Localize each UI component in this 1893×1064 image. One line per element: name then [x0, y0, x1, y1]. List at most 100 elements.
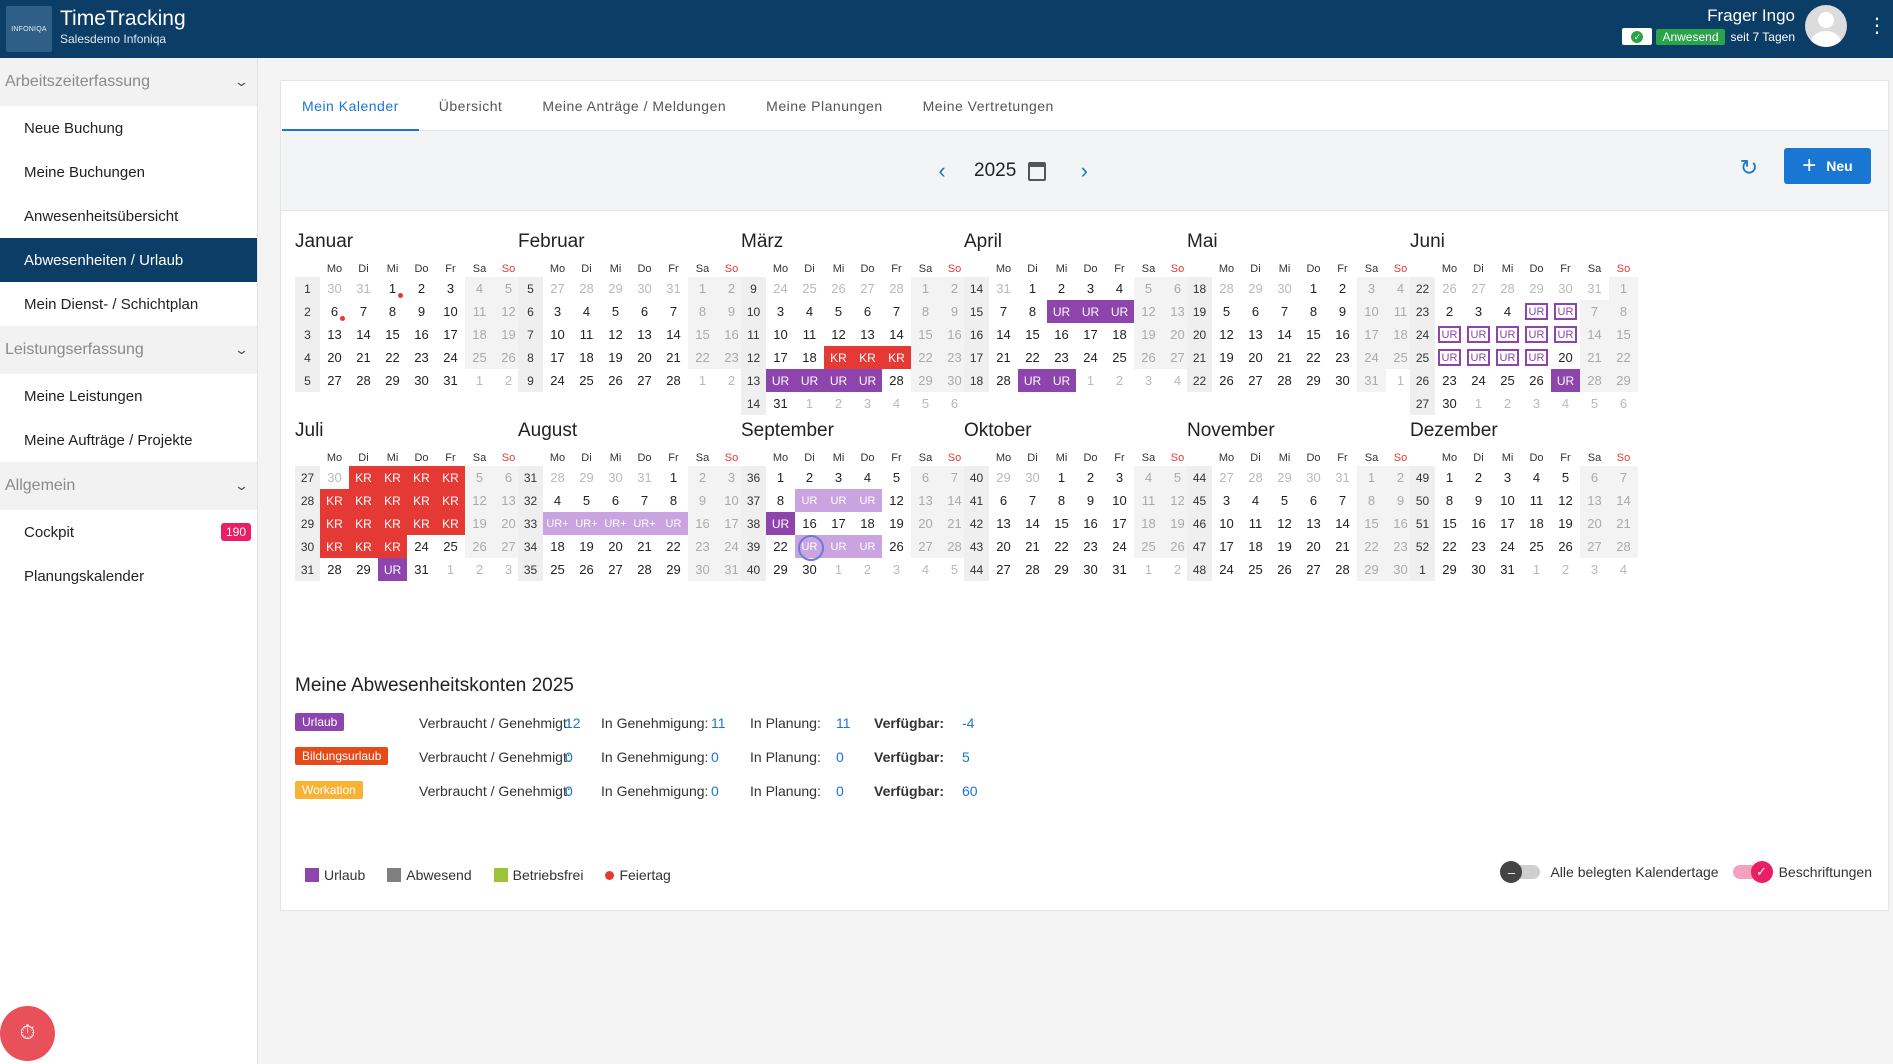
day-cell[interactable]: 6	[1299, 489, 1328, 512]
other-month-day[interactable]: 30	[1551, 277, 1580, 300]
day-cell[interactable]: 11	[1522, 489, 1551, 512]
day-cell[interactable]: 23	[1435, 369, 1464, 392]
day-cell[interactable]: 2	[795, 466, 824, 489]
absence-day-urlaub-planned[interactable]: UR	[1493, 346, 1522, 369]
day-cell[interactable]: 10	[543, 323, 572, 346]
weekend-day[interactable]: 18	[465, 323, 494, 346]
absence-day-urlaub-pending[interactable]: UR	[659, 512, 688, 535]
day-cell[interactable]: 14	[349, 323, 378, 346]
weekend-day[interactable]: 14	[1609, 489, 1638, 512]
day-cell[interactable]: 3	[1212, 489, 1241, 512]
day-cell[interactable]: 24	[1493, 535, 1522, 558]
weekend-day[interactable]: 22	[1357, 535, 1386, 558]
absence-day-krank[interactable]: KR	[824, 346, 853, 369]
toggle-option[interactable]: – Alle belegten Kalendertage	[1500, 861, 1719, 883]
sidebar-item[interactable]: Planungskalender	[0, 554, 257, 598]
day-cell[interactable]: 7	[882, 300, 911, 323]
weekend-day[interactable]: 15	[911, 323, 940, 346]
day-cell[interactable]: 26	[572, 558, 601, 581]
day-cell[interactable]: 17	[1212, 535, 1241, 558]
other-month-day[interactable]: 24	[766, 277, 795, 300]
day-cell[interactable]: 8	[378, 300, 407, 323]
day-cell[interactable]: 18	[572, 346, 601, 369]
absence-day-urlaub[interactable]: UR	[1551, 369, 1580, 392]
day-cell[interactable]: 22	[378, 346, 407, 369]
day-cell[interactable]: 31	[1105, 558, 1134, 581]
weekend-day[interactable]: 21	[1580, 346, 1609, 369]
sidebar-item[interactable]: Abwesenheiten / Urlaub	[0, 238, 257, 282]
day-cell[interactable]: 24	[1212, 558, 1241, 581]
absence-day-urlaub-planned[interactable]: UR	[1522, 346, 1551, 369]
day-cell[interactable]: 8	[1018, 300, 1047, 323]
day-cell[interactable]: 25	[572, 369, 601, 392]
day-cell[interactable]: 24	[1464, 369, 1493, 392]
absence-day-krank[interactable]: KR	[378, 466, 407, 489]
sidebar-section-header[interactable]: Leistungserfassung ⌄	[0, 326, 257, 374]
absence-day-urlaub-planned[interactable]: UR	[1435, 323, 1464, 346]
absence-day-urlaub[interactable]: UR	[766, 369, 795, 392]
weekend-day[interactable]: 7	[1609, 466, 1638, 489]
absence-day-krank[interactable]: KR	[853, 346, 882, 369]
absence-day-urlaub-pending[interactable]: UR	[853, 535, 882, 558]
day-cell[interactable]: 5	[882, 466, 911, 489]
other-month-day[interactable]: 31	[989, 277, 1018, 300]
weekend-day[interactable]: 6	[911, 466, 940, 489]
weekend-day[interactable]: 10	[1357, 300, 1386, 323]
absence-day-krank[interactable]: KR	[349, 512, 378, 535]
refresh-icon[interactable]: ↻	[1740, 155, 1758, 181]
day-cell[interactable]: 8	[1047, 489, 1076, 512]
day-cell[interactable]: 30	[1435, 392, 1464, 415]
absence-day-urlaub-planned[interactable]: UR	[1493, 323, 1522, 346]
other-month-day[interactable]: 1	[688, 369, 717, 392]
day-cell[interactable]: 21	[659, 346, 688, 369]
day-cell[interactable]: 18	[1522, 512, 1551, 535]
day-cell[interactable]: 20	[601, 535, 630, 558]
other-month-day[interactable]: 1	[1076, 369, 1105, 392]
weekend-day[interactable]: 29	[911, 369, 940, 392]
weekend-day[interactable]: 21	[1609, 512, 1638, 535]
avatar[interactable]	[1805, 5, 1847, 47]
day-cell[interactable]: 16	[407, 323, 436, 346]
absence-day-urlaub[interactable]: UR	[1105, 300, 1134, 323]
day-cell[interactable]: 12	[1270, 512, 1299, 535]
absence-day-urlaub[interactable]: UR	[378, 558, 407, 581]
other-month-day[interactable]: 31	[1328, 466, 1357, 489]
day-cell[interactable]: 20	[320, 346, 349, 369]
day-cell[interactable]: 30	[407, 369, 436, 392]
day-cell[interactable]: 7	[659, 300, 688, 323]
weekend-day[interactable]: 12	[465, 489, 494, 512]
weekend-day[interactable]: 15	[688, 323, 717, 346]
other-month-day[interactable]: 1	[1134, 558, 1163, 581]
day-cell[interactable]: 28	[630, 558, 659, 581]
other-month-day[interactable]: 2	[1105, 369, 1134, 392]
day-cell[interactable]: 7	[1328, 489, 1357, 512]
absence-day-urlaub[interactable]: UR	[853, 369, 882, 392]
day-cell[interactable]: 10	[1105, 489, 1134, 512]
other-month-day[interactable]: 6	[940, 392, 969, 415]
day-cell[interactable]: 21	[349, 346, 378, 369]
day-cell[interactable]: 30	[1076, 558, 1105, 581]
day-cell[interactable]: 12	[824, 323, 853, 346]
other-month-day[interactable]: 28	[1493, 277, 1522, 300]
other-month-day[interactable]: 26	[824, 277, 853, 300]
day-cell[interactable]: 25	[1105, 346, 1134, 369]
weekend-day[interactable]: 13	[911, 489, 940, 512]
day-cell[interactable]: 22	[1018, 346, 1047, 369]
absence-day-krank[interactable]: KR	[349, 466, 378, 489]
day-cell[interactable]: 8	[659, 489, 688, 512]
absence-day-urlaub-pending[interactable]: UR+	[543, 512, 572, 535]
other-month-day[interactable]: 25	[795, 277, 824, 300]
day-cell[interactable]: 13	[1299, 512, 1328, 535]
weekend-day[interactable]: 4	[1134, 466, 1163, 489]
absence-day-krank[interactable]: KR	[378, 489, 407, 512]
other-month-day[interactable]: 28	[1241, 466, 1270, 489]
day-cell[interactable]: 9	[1328, 300, 1357, 323]
absence-day-urlaub-pending[interactable]: UR	[824, 489, 853, 512]
chevron-left-icon[interactable]: ‹	[924, 153, 960, 189]
day-cell[interactable]: 2	[1076, 466, 1105, 489]
day-cell[interactable]: 24	[1076, 346, 1105, 369]
day-cell[interactable]: 2	[1435, 300, 1464, 323]
day-cell[interactable]: 21	[1328, 535, 1357, 558]
day-cell[interactable]: 14	[659, 323, 688, 346]
day-cell[interactable]: 29	[659, 558, 688, 581]
